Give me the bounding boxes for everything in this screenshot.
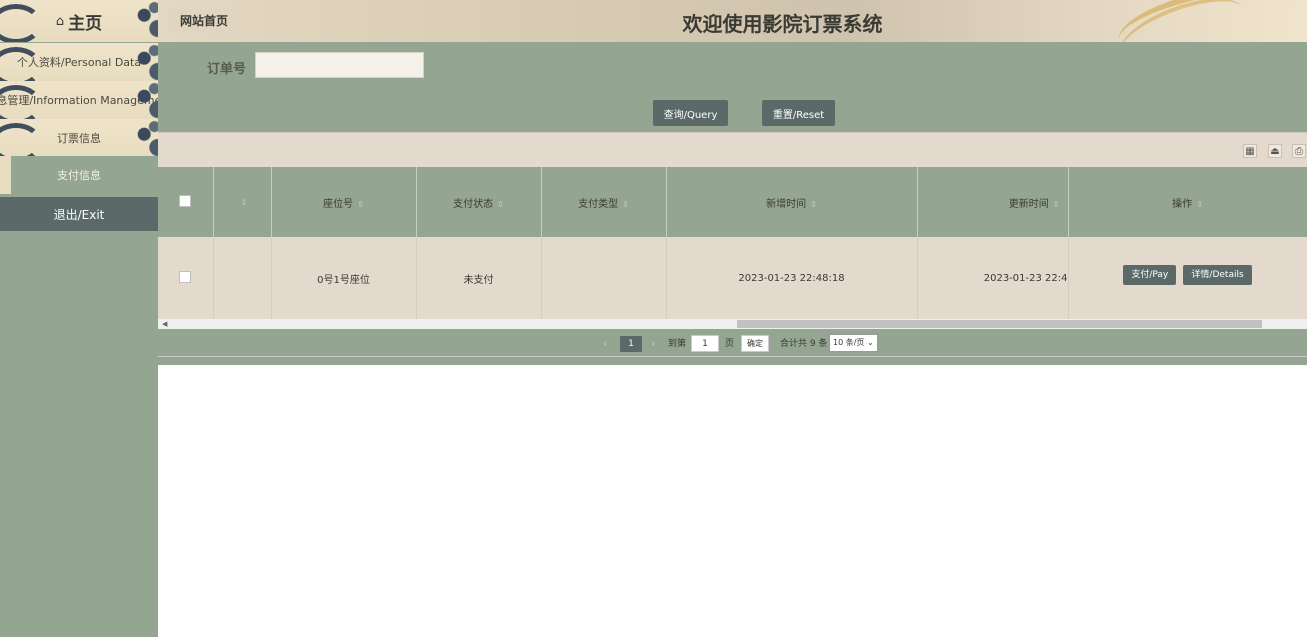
index-header[interactable]: ⇕ [213, 167, 272, 237]
page-title: 欢迎使用影院订票系统 [682, 12, 883, 36]
created-time-cell: 2023-01-23 22:48:18 [666, 237, 918, 319]
export-icon[interactable]: ⏏ [1268, 144, 1282, 158]
sort-icon: ⇕ [1052, 199, 1060, 209]
home-icon: ⌂ [55, 13, 65, 29]
sort-icon: ⇕ [240, 197, 248, 207]
total-count: 合计共 9 条 [780, 339, 828, 349]
search-area: 订单号 查询/Query 重置/Reset [158, 42, 1307, 132]
header: 网站首页 欢迎使用影院订票系统 [158, 0, 1307, 42]
created-time-header[interactable]: 新增时间 ⇕ [666, 167, 918, 237]
sort-icon: ⇕ [497, 199, 504, 209]
scrollbar-thumb[interactable] [737, 320, 1262, 328]
pay-status-cell: 未支付 [416, 237, 542, 319]
pay-status-header[interactable]: 支付状态 ⇕ [416, 167, 542, 237]
reset-button[interactable]: 重置/Reset [762, 100, 835, 126]
horizontal-scrollbar[interactable]: ◀ [158, 319, 1307, 329]
row-checkbox[interactable] [179, 270, 192, 283]
query-button[interactable]: 查询/Query [653, 100, 728, 126]
sidebar: ⌂ 主页 个人资料/Personal Data 信息管理/Information… [0, 0, 158, 637]
sidebar-item-information-management[interactable]: 信息管理/Information Management [0, 81, 158, 119]
select-all-header [158, 167, 214, 237]
scroll-left-icon[interactable]: ◀ [162, 319, 167, 329]
index-cell [213, 237, 272, 319]
goto-confirm-button[interactable]: 确定 [741, 335, 769, 352]
chevron-down-icon: ⌄ [866, 338, 874, 347]
sidebar-item-label: 支付信息 [57, 169, 101, 182]
pay-type-cell [541, 237, 667, 319]
next-page-icon[interactable]: › [651, 336, 655, 352]
prev-page-icon[interactable]: ‹ [603, 336, 607, 352]
sidebar-item-personal-data[interactable]: 个人资料/Personal Data [0, 43, 158, 81]
details-button[interactable]: 详情/Details [1183, 265, 1252, 285]
sidebar-item-exit[interactable]: 退出/Exit [0, 197, 158, 231]
table-row: 0号1号座位 未支付 2023-01-23 22:48:18 2023-01-2… [158, 237, 1307, 319]
actions-cell: 支付/Pay 详情/Details [1068, 237, 1307, 319]
seat-header[interactable]: 座位号 ⇕ [271, 167, 417, 237]
pay-button[interactable]: 支付/Pay [1123, 265, 1177, 285]
sort-icon: ⇕ [1196, 199, 1203, 209]
page-size-select[interactable]: 10 条/页 ⌄ [829, 334, 878, 352]
sidebar-item-label: 订票信息 [57, 132, 101, 145]
data-table: ⇕ 座位号 ⇕ 支付状态 ⇕ 支付类型 ⇕ 新增时间 ⇕ 更新时间 ⇕ 操作 ⇕… [158, 167, 1307, 319]
sidebar-item-ticket-info[interactable]: 订票信息 [0, 119, 158, 157]
seat-cell: 0号1号座位 [271, 237, 417, 319]
sort-icon: ⇕ [357, 199, 364, 209]
sort-icon: ⇕ [622, 199, 629, 209]
order-number-label: 订单号 [207, 62, 247, 77]
pagination-footer [158, 357, 1307, 365]
goto-label: 到第 [668, 339, 687, 349]
sort-icon: ⇕ [810, 199, 817, 209]
print-icon[interactable]: ⎙ [1292, 144, 1306, 158]
sidebar-item-label: 退出/Exit [53, 207, 105, 222]
actions-header[interactable]: 操作 ⇕ [1068, 167, 1307, 237]
updated-time-header[interactable]: 更新时间 ⇕ [917, 167, 1069, 237]
sidebar-item-label: 信息管理/Information Management [0, 94, 158, 107]
sidebar-item-label: 个人资料/Personal Data [16, 56, 142, 69]
table-toolbar: ▦ ⏏ ⎙ [158, 132, 1307, 167]
sidebar-item-payment-info[interactable]: 支付信息 [0, 156, 158, 194]
sidebar-home[interactable]: ⌂ 主页 [0, 0, 158, 42]
table-header-row: ⇕ 座位号 ⇕ 支付状态 ⇕ 支付类型 ⇕ 新增时间 ⇕ 更新时间 ⇕ 操作 ⇕ [158, 167, 1307, 237]
pay-type-header[interactable]: 支付类型 ⇕ [541, 167, 667, 237]
current-page[interactable]: 1 [620, 336, 642, 352]
goto-page-input[interactable]: 1 [691, 335, 719, 352]
row-select-cell [158, 237, 214, 319]
sidebar-home-label: 主页 [68, 13, 103, 34]
page-unit-label: 页 [725, 339, 735, 349]
select-all-checkbox[interactable] [179, 194, 192, 207]
order-number-input[interactable] [255, 52, 424, 78]
pagination: ‹ 1 › 到第 1 页 确定 合计共 9 条 10 条/页 ⌄ [158, 329, 1307, 357]
columns-icon[interactable]: ▦ [1243, 144, 1257, 158]
updated-time-cell: 2023-01-23 22:4 [917, 237, 1069, 319]
